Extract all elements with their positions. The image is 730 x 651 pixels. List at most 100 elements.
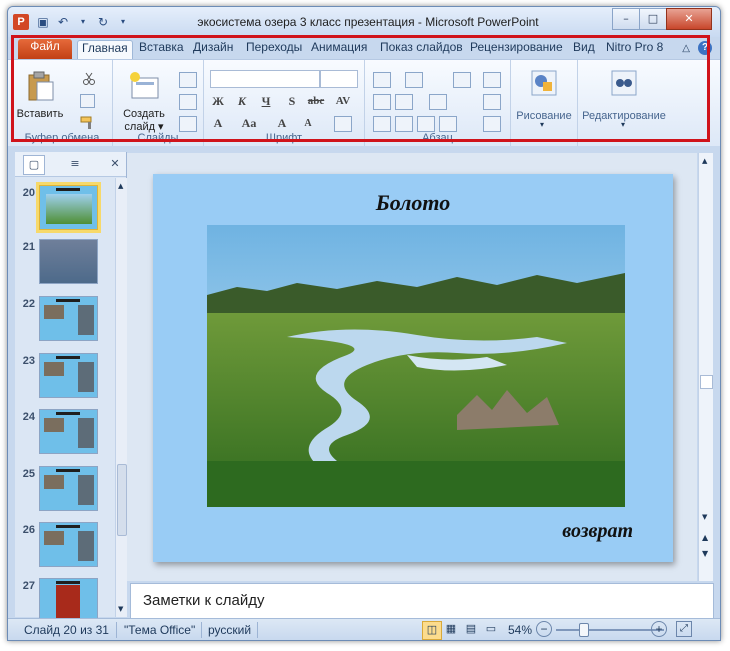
collapse-ribbon-icon[interactable]: △ bbox=[682, 43, 690, 54]
tab-nitro[interactable]: Nitro Pro 8 bbox=[606, 40, 663, 59]
redo-icon[interactable]: ↻ bbox=[96, 15, 110, 29]
minimize-button[interactable]: – bbox=[612, 8, 640, 30]
bold-button[interactable]: Ж bbox=[210, 94, 226, 109]
thumbnail-title bbox=[56, 469, 80, 472]
tab-insert[interactable]: Вставка bbox=[139, 40, 184, 59]
scroll-up-icon[interactable]: ▲ bbox=[702, 157, 707, 165]
underline-button[interactable]: Ч bbox=[258, 94, 274, 109]
next-slide-icon[interactable]: ▼ bbox=[702, 549, 708, 558]
slide-thumbnail[interactable] bbox=[39, 466, 98, 511]
increase-font-button[interactable]: A bbox=[210, 116, 226, 131]
zoom-slider-thumb[interactable] bbox=[579, 623, 589, 637]
numbering-icon[interactable] bbox=[405, 72, 423, 88]
tab-slideshow[interactable]: Показ слайдов bbox=[380, 40, 463, 59]
slide-title[interactable]: Болото bbox=[153, 190, 673, 216]
new-slide-button[interactable]: Создать слайд ▾ bbox=[119, 70, 169, 133]
scroll-up-icon[interactable]: ▲ bbox=[118, 182, 123, 190]
zoom-in-icon[interactable]: + bbox=[651, 621, 667, 637]
tab-file[interactable]: Файл bbox=[18, 39, 72, 59]
line-spacing-icon[interactable] bbox=[453, 72, 471, 88]
font-name-combo[interactable] bbox=[210, 70, 320, 88]
bullets-icon[interactable] bbox=[373, 72, 391, 88]
slides-tab-icon[interactable]: ▢ bbox=[23, 155, 45, 175]
slide-thumbnail[interactable] bbox=[36, 182, 101, 233]
clear-formatting-icon[interactable] bbox=[334, 116, 352, 132]
slide-sorter-icon[interactable]: ▦ bbox=[442, 621, 460, 638]
slide-thumbnail[interactable] bbox=[39, 522, 98, 567]
tab-view[interactable]: Вид bbox=[573, 40, 595, 59]
help-icon[interactable]: ? bbox=[698, 41, 712, 55]
return-link[interactable]: возврат bbox=[562, 520, 633, 543]
copy-icon[interactable] bbox=[80, 94, 95, 108]
dropdown-icon[interactable]: ▾ bbox=[76, 15, 90, 29]
save-icon[interactable]: ▣ bbox=[36, 15, 50, 29]
slides-pane-scrollbar[interactable]: ▲ ▼ bbox=[115, 178, 127, 617]
previous-slide-icon[interactable]: ▲ bbox=[702, 533, 708, 542]
reading-view-icon[interactable]: ▤ bbox=[462, 621, 480, 638]
theme-name[interactable]: "Тема Office" bbox=[124, 623, 195, 637]
slide-thumbnail[interactable] bbox=[39, 296, 98, 341]
customize-icon[interactable]: ▾ bbox=[116, 15, 130, 29]
slide-thumbnail[interactable] bbox=[39, 353, 98, 398]
justify-icon[interactable] bbox=[439, 116, 457, 132]
text-direction-icon[interactable] bbox=[483, 72, 501, 88]
close-pane-icon[interactable]: ✕ bbox=[105, 155, 125, 173]
decrease-indent-icon[interactable] bbox=[373, 94, 391, 110]
tab-animation[interactable]: Анимация bbox=[311, 40, 367, 59]
thumbnail-title bbox=[56, 299, 80, 302]
font-color-button[interactable]: A bbox=[274, 116, 290, 131]
tab-transitions[interactable]: Переходы bbox=[246, 40, 302, 59]
zoom-out-icon[interactable]: − bbox=[536, 621, 552, 637]
change-case-button[interactable]: Aa bbox=[238, 116, 260, 131]
strikethrough-button[interactable]: abc bbox=[304, 94, 328, 109]
notes-pane[interactable]: Заметки к слайду bbox=[130, 583, 714, 622]
scrollbar-thumb[interactable] bbox=[700, 375, 713, 389]
italic-button[interactable]: К bbox=[234, 94, 250, 109]
paste-button[interactable]: Вставить bbox=[16, 70, 64, 120]
tab-home[interactable]: Главная bbox=[77, 40, 133, 60]
thumbnail-title bbox=[56, 581, 80, 584]
tab-review[interactable]: Рецензирование bbox=[470, 40, 563, 59]
tab-design[interactable]: Дизайн bbox=[193, 40, 233, 59]
layout-icon[interactable] bbox=[179, 72, 197, 88]
group-drawing[interactable]: Рисование ▾ bbox=[511, 60, 578, 146]
shadow-button[interactable]: S bbox=[284, 94, 300, 109]
smartart-icon[interactable] bbox=[483, 116, 501, 132]
swamp-photo[interactable] bbox=[207, 225, 625, 507]
fit-to-window-icon[interactable]: ⤢ bbox=[676, 621, 692, 637]
section-icon[interactable] bbox=[179, 116, 197, 132]
zoom-level[interactable]: 54% bbox=[508, 623, 532, 637]
powerpoint-logo-icon[interactable]: P bbox=[13, 14, 29, 30]
reset-slide-icon[interactable] bbox=[179, 94, 197, 110]
align-text-icon[interactable] bbox=[483, 94, 501, 110]
align-left-icon[interactable] bbox=[373, 116, 391, 132]
character-spacing-button[interactable]: AV bbox=[332, 94, 354, 109]
slideshow-icon[interactable]: ▭ bbox=[482, 621, 500, 638]
language-indicator[interactable]: русский bbox=[208, 623, 251, 637]
slide-canvas[interactable]: Болото возврат bbox=[153, 174, 673, 562]
scroll-down-icon[interactable]: ▼ bbox=[702, 513, 707, 521]
decrease-font-button[interactable]: A bbox=[300, 116, 316, 131]
group-editing[interactable]: Редактирование ▾ bbox=[578, 60, 670, 146]
normal-view-icon[interactable]: ◫ bbox=[422, 621, 442, 640]
cut-icon[interactable] bbox=[82, 72, 96, 86]
zoom-slider-track[interactable] bbox=[556, 629, 664, 631]
increase-indent-icon[interactable] bbox=[395, 94, 413, 110]
columns-icon[interactable] bbox=[429, 94, 447, 110]
notes-placeholder[interactable]: Заметки к слайду bbox=[143, 592, 265, 609]
align-right-icon[interactable] bbox=[417, 116, 435, 132]
align-center-icon[interactable] bbox=[395, 116, 413, 132]
undo-icon[interactable]: ↶ bbox=[56, 15, 70, 29]
font-size-combo[interactable] bbox=[320, 70, 358, 88]
slide-thumbnail[interactable] bbox=[39, 578, 98, 623]
outline-tab-icon[interactable]: ≡ bbox=[65, 155, 85, 173]
slide-scrollbar[interactable]: ▲ ▼ ▲ ▼ bbox=[698, 153, 713, 581]
status-bar: Слайд 20 из 31 "Тема Office" русский ◫ ▦… bbox=[8, 618, 720, 640]
close-button[interactable]: ✕ bbox=[666, 8, 712, 30]
format-painter-icon[interactable] bbox=[80, 116, 96, 130]
slide-thumbnail[interactable] bbox=[39, 239, 98, 284]
slide-thumbnail[interactable] bbox=[39, 409, 98, 454]
scroll-down-icon[interactable]: ▼ bbox=[118, 605, 123, 613]
scrollbar-thumb[interactable] bbox=[117, 464, 127, 536]
maximize-button[interactable]: □ bbox=[639, 8, 667, 30]
